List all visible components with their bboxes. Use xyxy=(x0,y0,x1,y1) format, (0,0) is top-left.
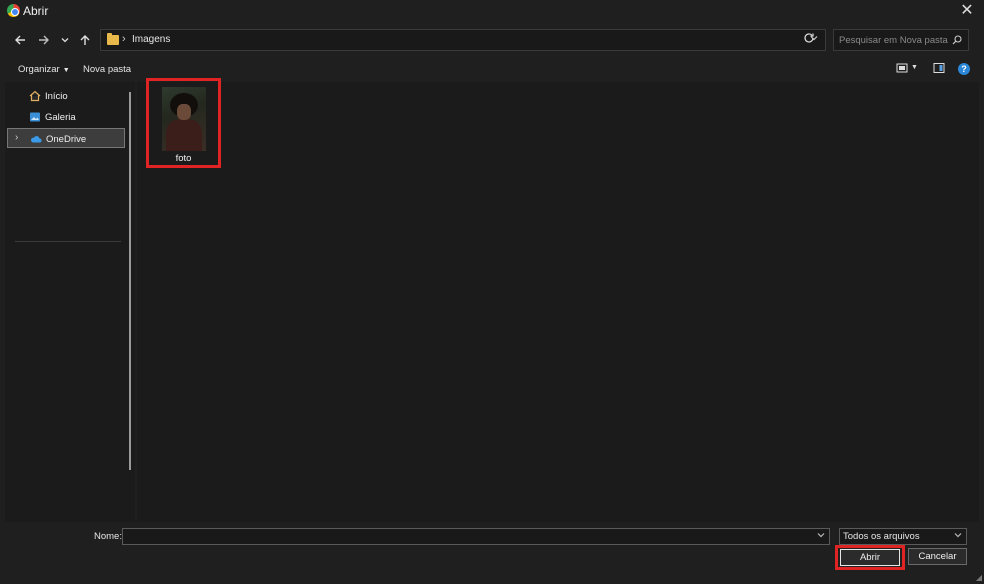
home-icon xyxy=(29,90,41,102)
address-bar[interactable]: › Imagens xyxy=(100,29,826,51)
close-icon[interactable]: ✕ xyxy=(958,2,976,20)
cloud-icon xyxy=(30,133,42,145)
file-item-foto[interactable]: foto xyxy=(146,78,221,168)
forward-arrow-icon[interactable] xyxy=(35,31,53,49)
resize-grip-icon[interactable]: ◢ xyxy=(976,573,982,582)
chevron-down-icon[interactable] xyxy=(816,530,826,543)
chevron-right-icon[interactable]: › xyxy=(122,33,126,45)
refresh-icon[interactable] xyxy=(803,31,815,47)
file-type-select[interactable]: Todos os arquivos xyxy=(839,528,967,545)
chevron-down-icon[interactable] xyxy=(953,530,963,543)
window-title: Abrir xyxy=(23,4,49,18)
chrome-icon xyxy=(7,4,20,17)
recent-locations-chevron-icon[interactable] xyxy=(56,31,74,49)
navigation-bar: › Imagens Pesquisar em Nova pasta xyxy=(0,21,984,58)
preview-pane-icon[interactable] xyxy=(933,62,945,74)
breadcrumb-imagens[interactable]: Imagens xyxy=(132,34,170,45)
folder-icon xyxy=(107,33,119,45)
dialog-footer: Nome: Todos os arquivos Abrir Cancelar ◢ xyxy=(0,522,984,584)
file-name-label: foto xyxy=(175,153,192,164)
back-arrow-icon[interactable] xyxy=(11,31,29,49)
up-arrow-icon[interactable] xyxy=(76,31,94,49)
help-icon[interactable]: ? xyxy=(958,63,970,75)
new-folder-button[interactable]: Nova pasta xyxy=(83,64,131,75)
search-placeholder: Pesquisar em Nova pasta xyxy=(839,35,948,46)
sidebar-item-onedrive[interactable]: › OneDrive xyxy=(7,128,125,148)
organize-menu[interactable]: Organizar ▼ xyxy=(18,64,70,75)
sidebar-item-label: Galeria xyxy=(45,112,76,123)
view-dropdown-icon[interactable]: ▼ xyxy=(911,64,923,76)
sidebar-item-label: OneDrive xyxy=(46,134,87,145)
image-thumbnail xyxy=(162,87,206,151)
search-icon[interactable] xyxy=(952,34,962,45)
open-button-highlight: Abrir xyxy=(835,545,905,570)
organize-label: Organizar xyxy=(18,64,60,75)
view-options-icon[interactable] xyxy=(896,62,908,74)
title-bar: Abrir ✕ xyxy=(0,0,984,21)
file-name-input[interactable] xyxy=(122,528,830,545)
search-input[interactable]: Pesquisar em Nova pasta xyxy=(833,29,969,51)
sidebar-item-label: Início xyxy=(45,91,68,102)
sidebar-item-galeria[interactable]: Galeria xyxy=(7,107,125,127)
sidebar-item-inicio[interactable]: Início xyxy=(7,86,125,106)
gallery-icon xyxy=(29,111,41,123)
open-button[interactable]: Abrir xyxy=(840,549,900,566)
sidebar-divider xyxy=(15,241,121,242)
file-list-area xyxy=(137,82,979,522)
sidebar-scrollbar[interactable] xyxy=(129,92,131,470)
chevron-right-icon[interactable]: › xyxy=(15,132,18,143)
file-type-value: Todos os arquivos xyxy=(843,531,920,542)
cancel-button[interactable]: Cancelar xyxy=(908,548,967,565)
caret-down-icon: ▼ xyxy=(62,67,70,74)
file-name-label: Nome: xyxy=(94,531,122,542)
navigation-pane: Início Galeria › OneDrive xyxy=(5,82,135,522)
